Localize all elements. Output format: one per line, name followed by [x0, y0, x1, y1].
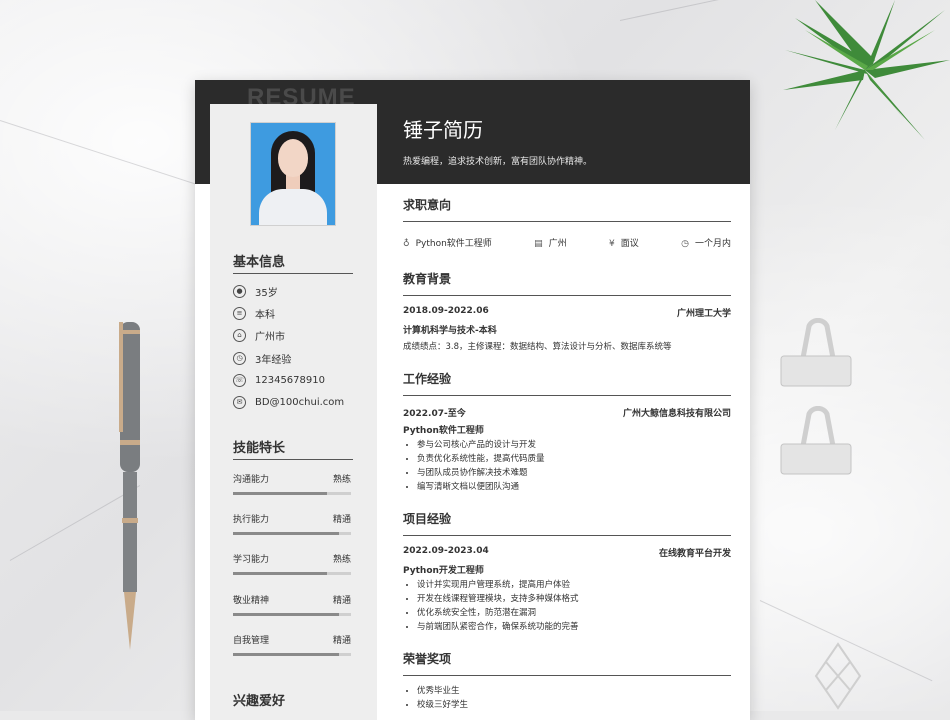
list-item: 与前端团队紧密合作，确保系统功能的完善 [417, 622, 731, 633]
intent-position: ♁ Python软件工程师 [403, 239, 492, 249]
list-item: 优秀毕业生 [417, 686, 731, 697]
work-company: 广州大鲸信息科技有限公司 [622, 409, 731, 419]
skill-bar [233, 613, 351, 616]
list-item: 参与公司核心产品的设计与开发 [417, 440, 731, 451]
divider [233, 459, 353, 460]
money-icon: ¥ [609, 239, 615, 249]
education-school: 广州理工大学 [676, 309, 731, 319]
list-item: 设计并实现用户管理系统，提高用户体验 [417, 580, 731, 591]
info-degree: ≡ 本科 [233, 306, 275, 321]
skill-bar [233, 653, 351, 656]
honors-section: 荣誉奖项 优秀毕业生 校级三好学生 [403, 650, 731, 714]
job-intent-section: 求职意向 ♁ Python软件工程师 ▤ 广州 ¥ 面议 ◷ 一个月内 [403, 196, 731, 249]
skill-item: 执行能力 精通 [233, 512, 351, 535]
work-period: 2022.07-至今 [403, 409, 466, 419]
phone-icon: ☏ [233, 374, 246, 387]
skill-item: 沟通能力 熟练 [233, 472, 351, 495]
skills-heading: 技能特长 [233, 441, 286, 456]
resume-tagline: 热爱编程，追求技术创新，富有团队协作精神。 [403, 157, 593, 167]
building-icon: ▤ [534, 239, 543, 249]
education-period: 2018.09-2022.06 [403, 306, 489, 316]
section-heading: 荣誉奖项 [403, 652, 452, 666]
info-phone: ☏ 12345678910 [233, 374, 325, 387]
list-item: 负责优化系统性能，提高代码质量 [417, 454, 731, 465]
profile-photo [250, 122, 336, 226]
divider [403, 295, 731, 296]
intent-availability: ◷ 一个月内 [681, 239, 731, 249]
hobbies-heading: 兴趣爱好 [233, 694, 286, 709]
plant-decoration [783, 0, 950, 140]
work-role: Python软件工程师 [403, 426, 484, 436]
binder-clip [780, 318, 852, 387]
list-item: 与团队成员协作解决技术难题 [417, 468, 731, 479]
work-section: 工作经验 2022.07-至今 广州大鲸信息科技有限公司 Python软件工程师… [403, 370, 731, 496]
skill-bar-fill [233, 613, 340, 616]
info-age: ● 35岁 [233, 284, 278, 299]
binder-clip [780, 406, 852, 475]
divider [403, 221, 731, 222]
education-section: 教育背景 2018.09-2022.06 广州理工大学 计算机科学与技术-本科 … [403, 270, 731, 352]
clock-icon: ◷ [233, 352, 246, 365]
section-heading: 教育背景 [403, 272, 452, 286]
divider [403, 535, 731, 536]
list-item: 校级三好学生 [417, 700, 731, 711]
skill-item: 自我管理 精通 [233, 633, 351, 656]
resume-sheet: RESUME 基本信息 ● 35岁 ≡ 本科 ⌂ 广州市 ◷ 3年经验 ☏ 1234567… [195, 80, 750, 720]
bulb-icon: ♁ [403, 239, 410, 249]
intent-salary: ¥ 面议 [609, 239, 639, 249]
skill-bar-fill [233, 572, 328, 575]
divider [403, 675, 731, 676]
mail-icon: ✉ [233, 396, 246, 409]
education-detail: 成绩绩点：3.8，主修课程：数据结构、算法设计与分析、数据库系统等 [403, 342, 672, 352]
skill-item: 敬业精神 精通 [233, 593, 351, 616]
work-bullets: 参与公司核心产品的设计与开发 负责优化系统性能，提高代码质量 与团队成员协作解决… [403, 440, 731, 493]
pen-decoration [119, 322, 140, 650]
skill-bar-fill [233, 532, 340, 535]
home-icon: ⌂ [233, 329, 246, 342]
honors-bullets: 优秀毕业生 校级三好学生 [403, 686, 731, 711]
list-item: 开发在线课程管理模块，支持多种媒体格式 [417, 594, 731, 605]
intent-city: ▤ 广州 [534, 239, 567, 249]
education-major: 计算机科学与技术-本科 [403, 326, 497, 336]
section-heading: 项目经验 [403, 512, 452, 526]
section-heading: 求职意向 [403, 198, 452, 212]
project-bullets: 设计并实现用户管理系统，提高用户体验 开发在线课程管理模块，支持多种媒体格式 优… [403, 580, 731, 633]
info-city: ⌂ 广州市 [233, 328, 285, 343]
project-period: 2022.09-2023.04 [403, 546, 489, 556]
job-intent-row: ♁ Python软件工程师 ▤ 广州 ¥ 面议 ◷ 一个月内 [403, 236, 731, 249]
resume-name: 锤子简历 [403, 118, 483, 142]
info-email: ✉ BD@100chui.com [233, 396, 344, 409]
clock-icon: ◷ [681, 239, 689, 249]
info-experience: ◷ 3年经验 [233, 351, 291, 366]
divider [403, 395, 731, 396]
project-section: 项目经验 2022.09-2023.04 在线教育平台开发 Python开发工程… [403, 510, 731, 636]
skill-item: 学习能力 熟练 [233, 552, 351, 575]
skill-bar [233, 572, 351, 575]
basic-info-heading: 基本信息 [233, 255, 286, 270]
resume-sidebar: 基本信息 ● 35岁 ≡ 本科 ⌂ 广州市 ◷ 3年经验 ☏ 12345678910 ✉ B… [210, 104, 377, 720]
project-role: Python开发工程师 [403, 566, 484, 576]
skill-bar [233, 532, 351, 535]
list-item: 优化系统安全性，防范潜在漏洞 [417, 608, 731, 619]
person-icon: ● [233, 285, 246, 298]
skill-bar-fill [233, 492, 328, 495]
skill-bar [233, 492, 351, 495]
project-name: 在线教育平台开发 [658, 549, 731, 559]
skill-bar-fill [233, 653, 340, 656]
degree-icon: ≡ [233, 307, 246, 320]
section-heading: 工作经验 [403, 372, 452, 386]
logo-mark [814, 642, 862, 710]
list-item: 编写清晰文档以便团队沟通 [417, 482, 731, 493]
divider [233, 273, 353, 274]
